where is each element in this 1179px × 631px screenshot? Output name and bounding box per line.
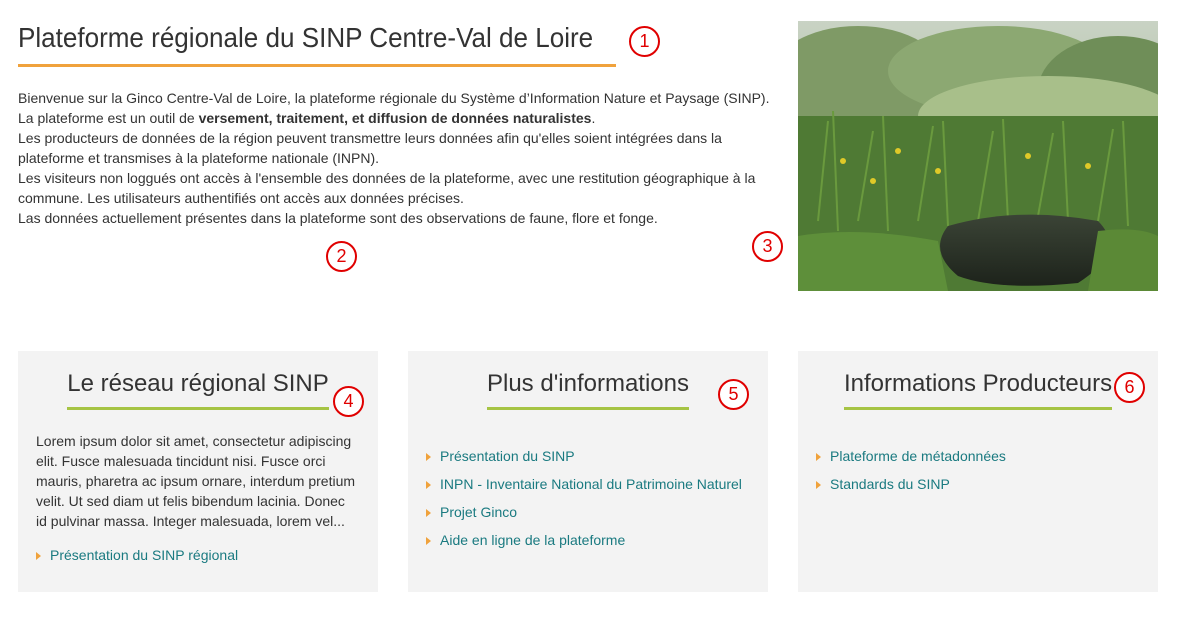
intro-paragraph-1: Bienvenue sur la Ginco Centre-Val de Loi… [18, 88, 778, 128]
link-standards-sinp[interactable]: Standards du SINP [830, 476, 950, 492]
card-infos-links: Présentation du SINP INPN - Inventaire N… [426, 442, 742, 554]
list-item[interactable]: Présentation du SINP [426, 442, 742, 470]
list-item[interactable]: Standards du SINP [816, 470, 1006, 498]
intro-paragraph-4: Las données actuellement présentes dans … [18, 210, 658, 226]
annotation-marker-6: 6 [1114, 372, 1145, 403]
annotation-marker-4: 4 [333, 386, 364, 417]
annotation-marker-2: 2 [326, 241, 357, 272]
bullet-arrow-icon [426, 453, 431, 461]
title-underline [18, 64, 616, 67]
bullet-arrow-icon [816, 453, 821, 461]
card-plus-informations: Plus d'informations Présentation du SINP… [408, 351, 768, 592]
list-item[interactable]: Aide en ligne de la plateforme [426, 526, 742, 554]
link-aide-en-ligne[interactable]: Aide en ligne de la plateforme [440, 532, 625, 548]
intro-p1-bold: versement, traitement, et diffusion de d… [198, 110, 592, 126]
page-title: Plateforme régionale du SINP Centre-Val … [18, 22, 594, 53]
card-producteurs-title: Informations Producteurs [798, 367, 1158, 410]
bullet-arrow-icon [426, 509, 431, 517]
list-item[interactable]: Présentation du SINP régional [36, 541, 238, 569]
intro-p1-end: . [591, 110, 596, 126]
card-reseau-body: Lorem ipsum dolor sit amet, consectetur … [36, 433, 356, 529]
card-reseau-links: Présentation du SINP régional [36, 541, 238, 569]
annotation-marker-5: 5 [718, 379, 749, 410]
link-plateforme-metadonnees[interactable]: Plateforme de métadonnées [830, 448, 1006, 464]
card-infos-title: Plus d'informations [408, 367, 768, 410]
card-reseau-regional: Le réseau régional SINP Lorem ipsum dolo… [18, 351, 378, 592]
link-inpn[interactable]: INPN - Inventaire National du Patrimoine… [440, 476, 742, 492]
card-reseau-title: Le réseau régional SINP [18, 367, 378, 410]
annotation-marker-3: 3 [752, 231, 783, 262]
intro-text: Bienvenue sur la Ginco Centre-Val de Loi… [18, 88, 778, 228]
intro-paragraph-3: Les visiteurs non loggués ont accès à l'… [18, 170, 756, 206]
link-presentation-sinp-regional[interactable]: Présentation du SINP régional [50, 547, 238, 563]
bullet-arrow-icon [816, 481, 821, 489]
card-informations-producteurs: Informations Producteurs Plateforme de m… [798, 351, 1158, 592]
bullet-arrow-icon [426, 537, 431, 545]
list-item[interactable]: INPN - Inventaire National du Patrimoine… [426, 470, 742, 498]
wetland-image [798, 21, 1158, 291]
list-item[interactable]: Plateforme de métadonnées [816, 442, 1006, 470]
bullet-arrow-icon [426, 481, 431, 489]
list-item[interactable]: Projet Ginco [426, 498, 742, 526]
hero-wetland-photo [798, 21, 1158, 291]
link-projet-ginco[interactable]: Projet Ginco [440, 504, 517, 520]
intro-paragraph-2: Les producteurs de données de la région … [18, 130, 722, 166]
bullet-arrow-icon [36, 552, 41, 560]
annotation-marker-1: 1 [629, 26, 660, 57]
card-producteurs-links: Plateforme de métadonnées Standards du S… [816, 442, 1006, 498]
link-presentation-sinp[interactable]: Présentation du SINP [440, 448, 575, 464]
